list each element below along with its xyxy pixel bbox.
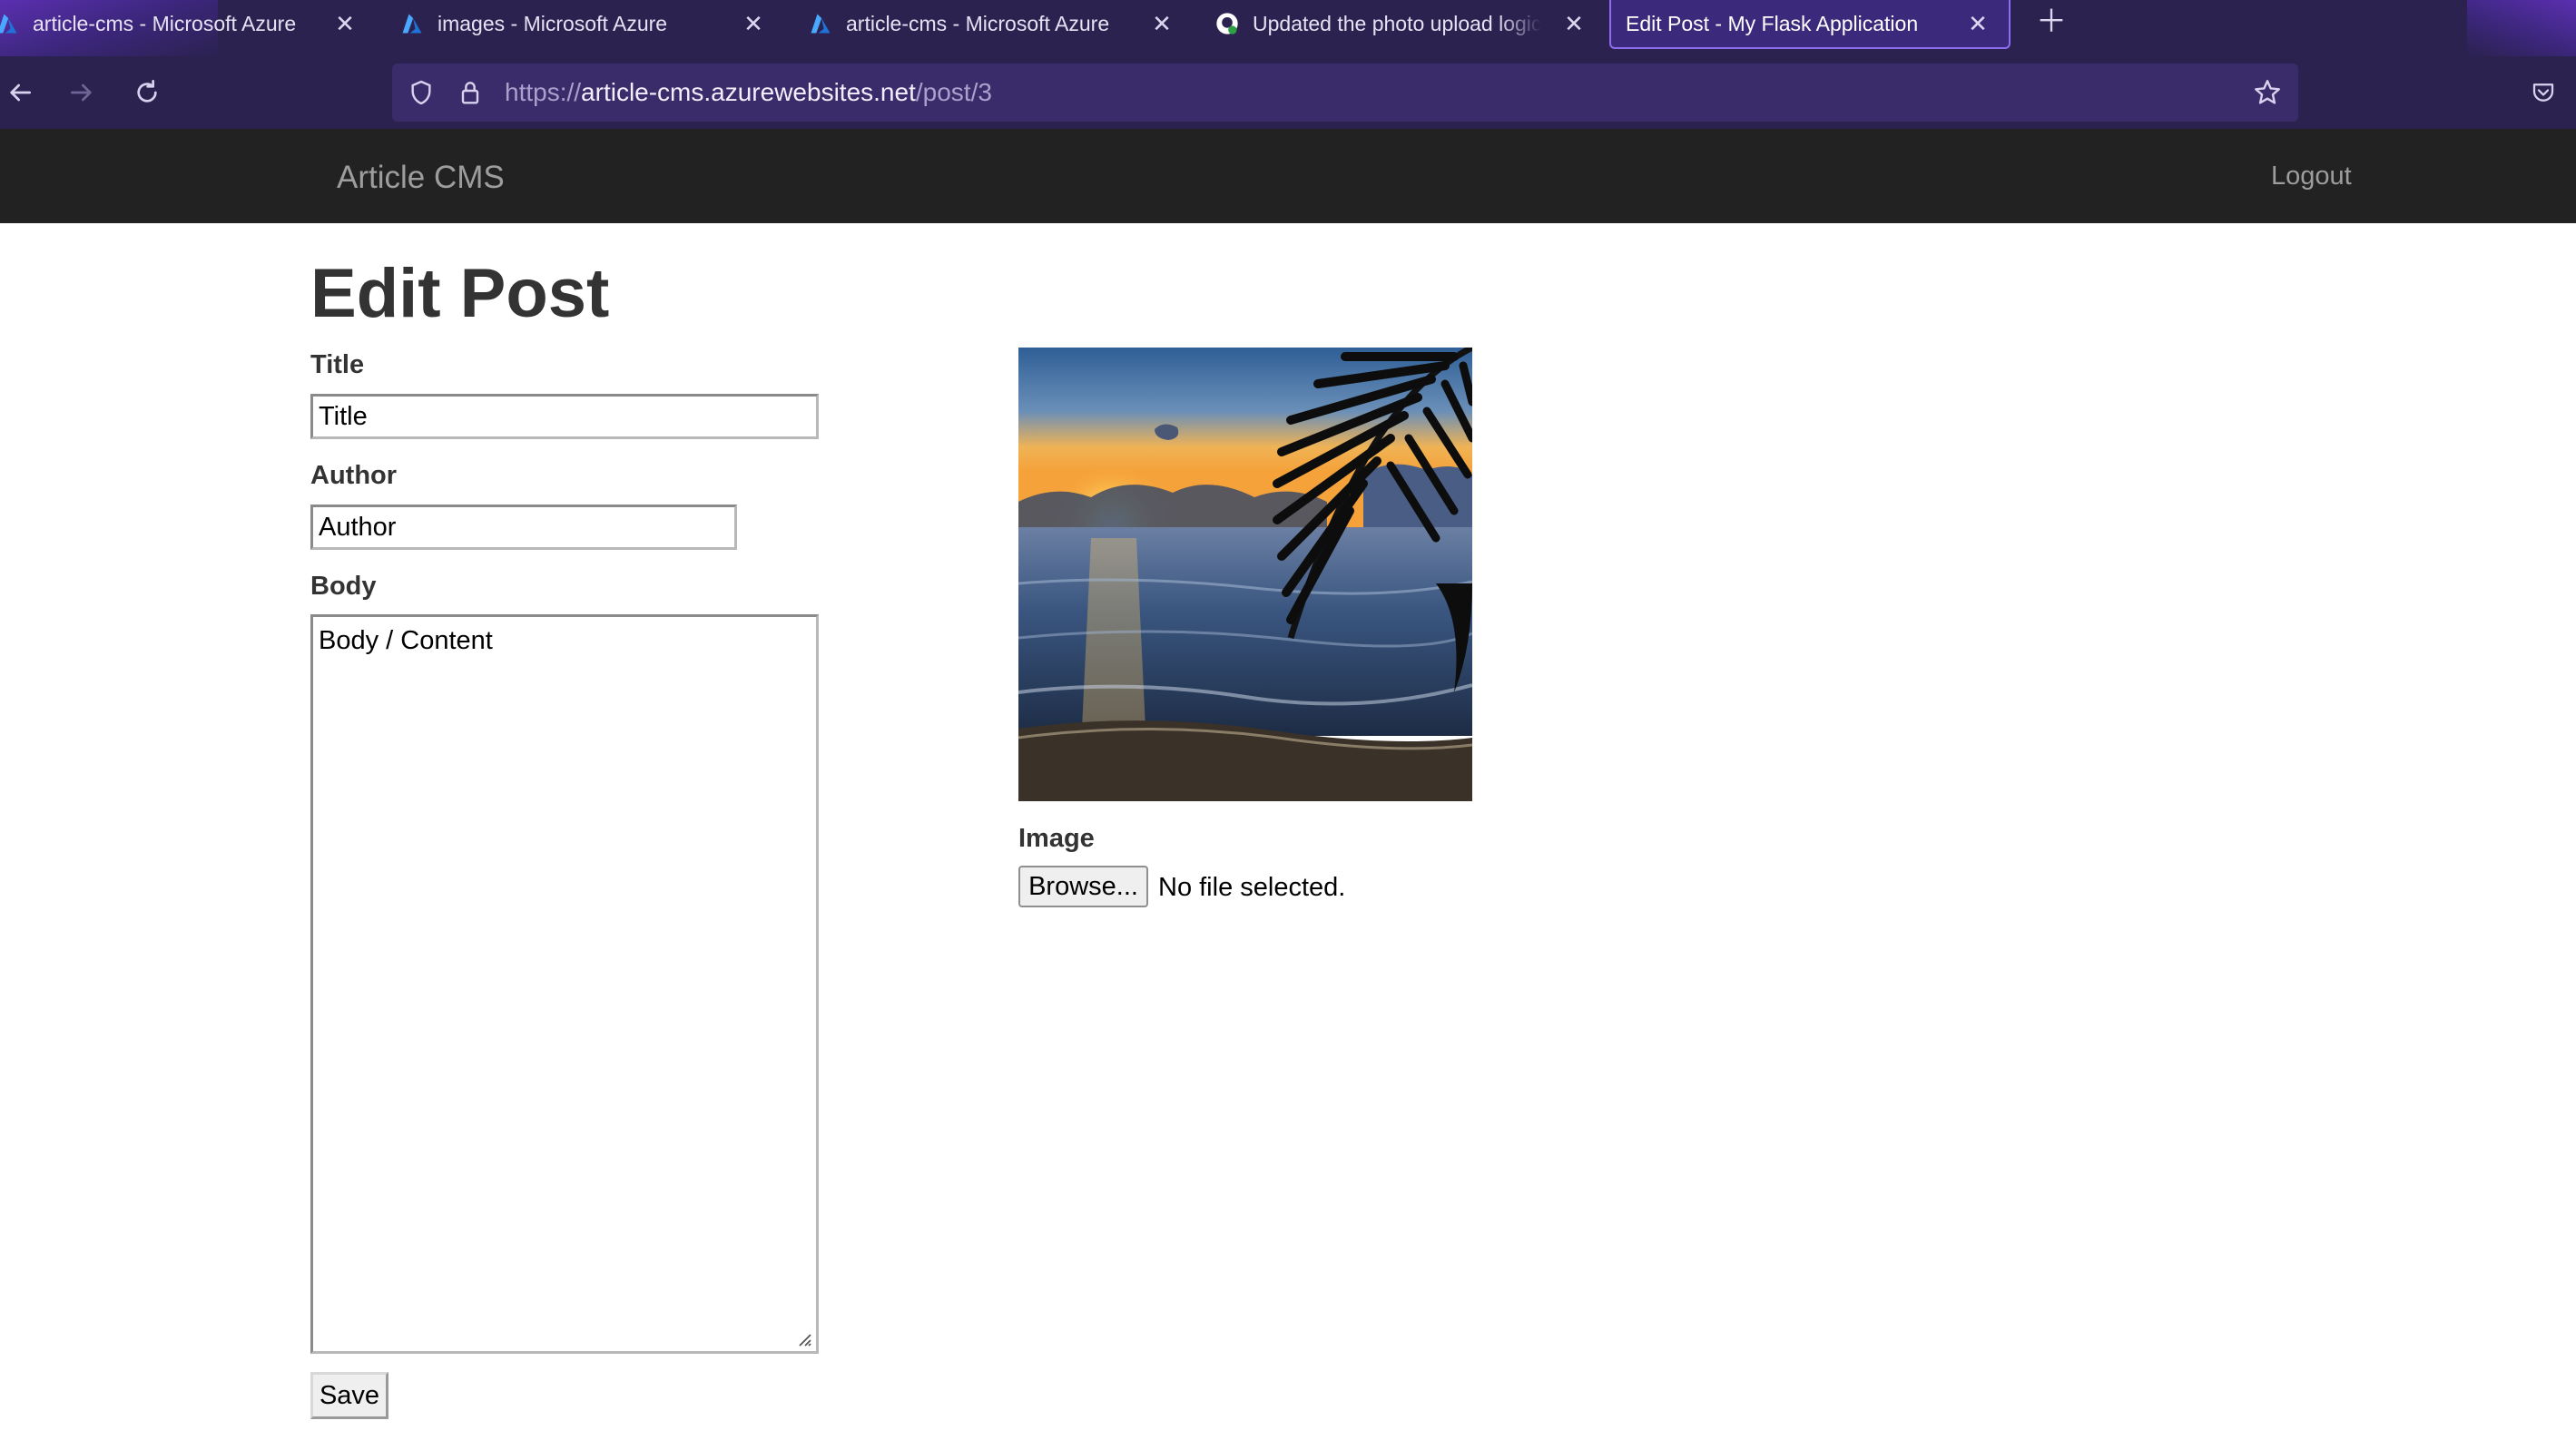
tab-article-cms-azure-2[interactable]: article-cms - Microsoft Azure ✕ xyxy=(808,0,1180,47)
save-button[interactable]: Save xyxy=(310,1372,388,1419)
new-tab-button[interactable]: ＋ xyxy=(2033,0,2070,39)
arrow-right-icon xyxy=(71,83,92,102)
url-text[interactable]: https://article-cms.azurewebsites.net/po… xyxy=(505,78,992,107)
file-status-text: No file selected. xyxy=(1158,873,1346,902)
author-input[interactable]: Author xyxy=(310,505,737,550)
azure-icon xyxy=(402,14,422,34)
github-icon xyxy=(1216,13,1238,34)
close-icon[interactable]: ✕ xyxy=(327,5,363,42)
page-title: Edit Post xyxy=(310,255,610,332)
lock-icon[interactable] xyxy=(452,74,488,111)
browser-nav-bar: https://article-cms.azurewebsites.net/po… xyxy=(0,56,2576,129)
arrow-left-icon xyxy=(10,83,31,102)
close-icon[interactable]: ✕ xyxy=(1556,5,1592,42)
post-image xyxy=(1018,348,1472,801)
title-input[interactable]: Title xyxy=(310,394,819,439)
site-header: Article CMS Logout xyxy=(0,129,2576,223)
resize-grip-icon[interactable] xyxy=(792,1328,812,1347)
azure-icon xyxy=(811,14,831,34)
body-textarea[interactable]: Body / Content xyxy=(310,614,819,1354)
browse-button[interactable]: Browse... xyxy=(1018,866,1148,907)
close-icon[interactable]: ✕ xyxy=(735,5,772,42)
tab-images-azure[interactable]: images - Microsoft Azure ✕ xyxy=(399,0,772,47)
forward-button[interactable] xyxy=(62,73,102,113)
back-button[interactable] xyxy=(0,73,40,113)
reload-button[interactable] xyxy=(127,73,167,113)
brand-link[interactable]: Article CMS xyxy=(337,160,505,196)
tab-github-commit[interactable]: Updated the photo upload logic ✕ xyxy=(1214,0,1588,47)
azure-icon xyxy=(0,14,17,34)
shield-icon[interactable] xyxy=(403,74,439,111)
pocket-button[interactable] xyxy=(2523,73,2563,113)
tab-edit-post-active[interactable]: Edit Post - My Flask Application ✕ xyxy=(1609,0,2011,49)
address-bar[interactable]: https://article-cms.azurewebsites.net/po… xyxy=(392,64,2298,122)
close-icon[interactable]: ✕ xyxy=(1960,5,1996,42)
tab-article-cms-azure[interactable]: article-cms - Microsoft Azure ✕ xyxy=(0,0,363,47)
author-label: Author xyxy=(310,461,398,490)
pocket-icon xyxy=(2532,83,2554,102)
reload-icon xyxy=(137,80,157,103)
body-label: Body xyxy=(310,572,377,601)
browser-tab-bar: article-cms - Microsoft Azure ✕ images -… xyxy=(0,0,2576,56)
logout-link[interactable]: Logout xyxy=(2271,162,2352,191)
bookmark-star-icon[interactable] xyxy=(2249,74,2286,111)
body-text: Body / Content xyxy=(319,626,493,655)
title-label: Title xyxy=(310,350,365,379)
close-icon[interactable]: ✕ xyxy=(1144,5,1180,42)
image-label: Image xyxy=(1018,824,1095,853)
